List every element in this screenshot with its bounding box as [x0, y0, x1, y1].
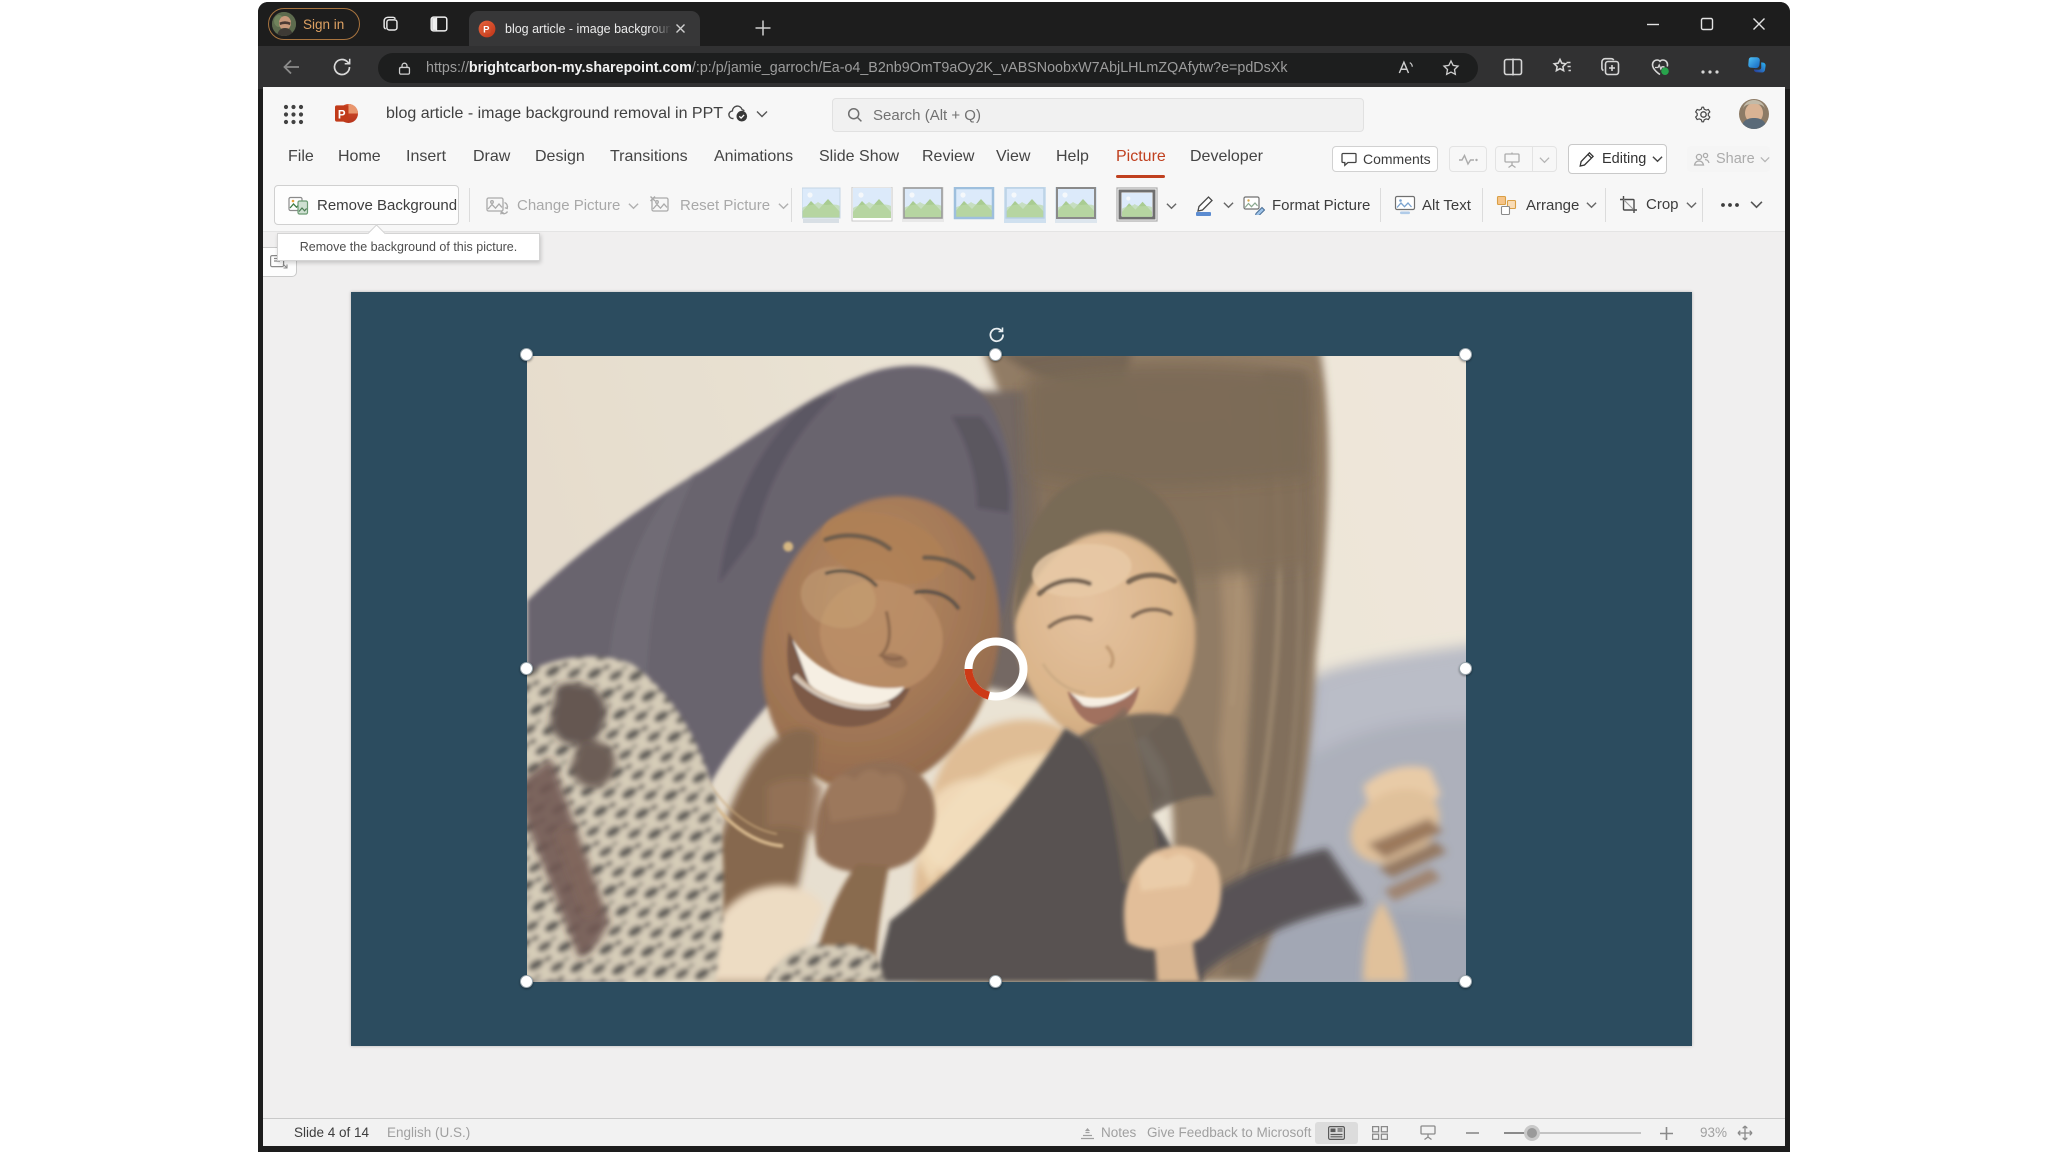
- svg-text:P: P: [338, 109, 346, 121]
- svg-text:P: P: [483, 24, 490, 35]
